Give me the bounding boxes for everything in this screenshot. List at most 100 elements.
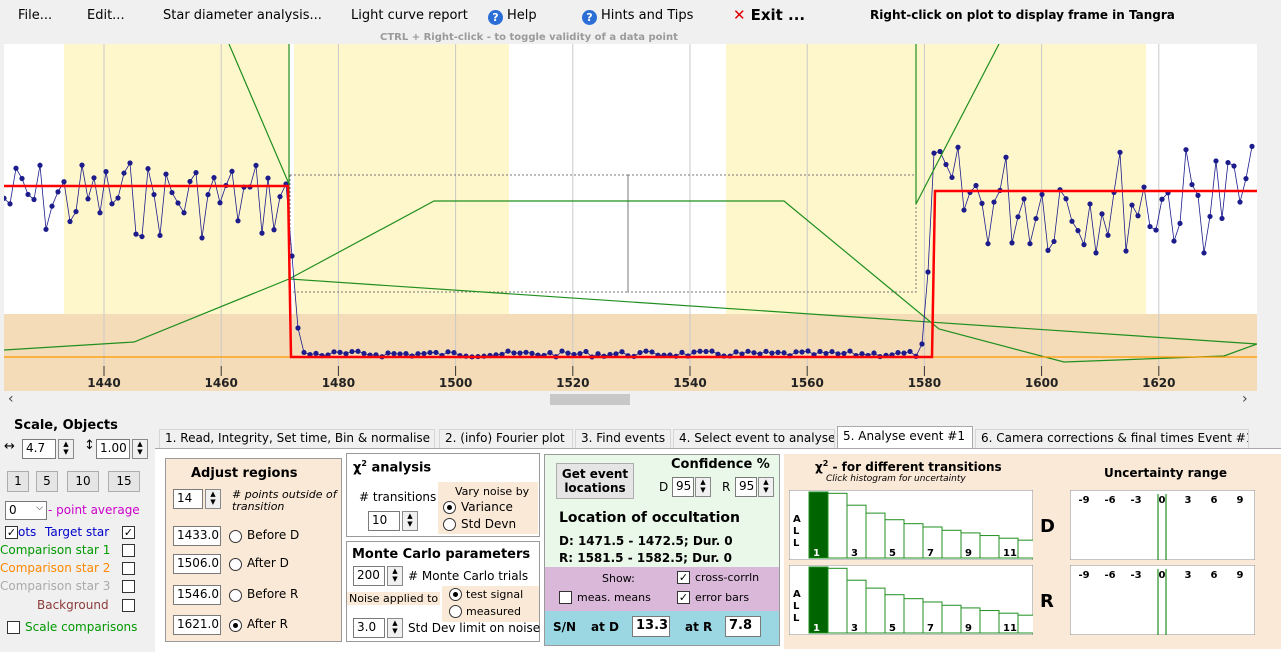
data-point[interactable] xyxy=(217,200,223,206)
menu-star-diameter[interactable]: Star diameter analysis... xyxy=(163,8,322,23)
data-point[interactable] xyxy=(1213,158,1219,164)
scroll-thumb[interactable] xyxy=(550,394,630,405)
before-d-radio[interactable] xyxy=(229,530,242,543)
data-point[interactable] xyxy=(433,349,439,356)
data-point[interactable] xyxy=(1225,159,1231,166)
points-outside-spinner[interactable]: ▲ ▼ xyxy=(205,489,221,509)
data-point[interactable] xyxy=(355,348,361,354)
data-point[interactable] xyxy=(253,162,259,168)
histogram-bar[interactable] xyxy=(979,535,1000,559)
measured-radio[interactable] xyxy=(449,605,462,618)
data-point[interactable] xyxy=(1123,248,1129,254)
data-point[interactable] xyxy=(331,349,337,355)
data-point[interactable] xyxy=(691,349,697,355)
data-point[interactable] xyxy=(565,350,571,356)
data-point[interactable] xyxy=(67,218,73,225)
data-point[interactable] xyxy=(961,207,967,213)
data-point[interactable] xyxy=(679,349,685,355)
data-point[interactable] xyxy=(985,241,991,247)
data-point[interactable] xyxy=(751,350,757,356)
data-point[interactable] xyxy=(175,200,181,206)
histogram-bar[interactable] xyxy=(941,604,962,634)
data-point[interactable] xyxy=(931,150,937,156)
scale-button-1[interactable]: 1 xyxy=(7,471,29,492)
data-point[interactable] xyxy=(295,325,301,331)
data-point[interactable] xyxy=(1033,215,1039,222)
data-point[interactable] xyxy=(769,350,775,356)
data-point[interactable] xyxy=(613,351,619,357)
data-point[interactable] xyxy=(871,350,877,356)
data-point[interactable] xyxy=(1045,247,1051,253)
data-point[interactable] xyxy=(1021,196,1027,202)
data-point[interactable] xyxy=(7,201,13,207)
data-point[interactable] xyxy=(415,351,421,357)
data-point[interactable] xyxy=(1171,238,1177,244)
data-point[interactable] xyxy=(1159,196,1165,202)
data-point[interactable] xyxy=(505,348,511,354)
scroll-left-icon[interactable]: ‹ xyxy=(8,391,14,407)
data-point[interactable] xyxy=(847,348,853,354)
chi-histogram-d[interactable]: ALL1 3 5 7 9 11 xyxy=(789,490,1033,560)
tab-camera-corrections[interactable]: 6. Camera corrections & final times Even… xyxy=(975,429,1249,448)
histogram-bar[interactable] xyxy=(865,587,886,634)
tab-analyse-event[interactable]: 5. Analyse event #1 xyxy=(837,426,973,449)
monte-carlo-trials-spinner[interactable]: ▲ ▼ xyxy=(387,566,403,586)
data-point[interactable] xyxy=(781,350,787,356)
data-point[interactable] xyxy=(955,144,961,150)
data-point[interactable] xyxy=(1081,242,1087,248)
data-point[interactable] xyxy=(841,350,847,357)
error-bars-checkbox[interactable]: ✓ xyxy=(677,591,690,604)
data-point[interactable] xyxy=(763,348,769,354)
tab-read-integrity[interactable]: 1. Read, Integrity, Set time, Bin & norm… xyxy=(159,429,435,448)
data-point[interactable] xyxy=(277,194,283,200)
light-curve-plot[interactable]: 1440 1460 1480 1500 1520 1540 1560 1580 1600 1620 xyxy=(4,44,1257,391)
histogram-bar[interactable] xyxy=(827,567,848,634)
test-signal-radio[interactable] xyxy=(449,588,462,601)
chi-histogram-r[interactable]: ALL1 3 5 7 9 11 xyxy=(789,565,1033,635)
data-point[interactable] xyxy=(547,350,553,356)
data-point[interactable] xyxy=(451,350,457,356)
data-point[interactable] xyxy=(61,179,67,185)
comparison-star-2-checkbox[interactable] xyxy=(122,562,135,575)
data-point[interactable] xyxy=(301,349,307,356)
data-point[interactable] xyxy=(523,349,529,355)
tab-select-event[interactable]: 4. Select event to analyse xyxy=(673,429,835,448)
menu-light-curve-report[interactable]: Light curve report xyxy=(351,8,468,23)
confidence-d-input[interactable]: 95 xyxy=(672,477,694,497)
data-point[interactable] xyxy=(37,162,43,168)
data-point[interactable] xyxy=(703,348,709,355)
data-point[interactable] xyxy=(421,351,427,357)
data-point[interactable] xyxy=(559,348,565,354)
data-point[interactable] xyxy=(709,348,715,354)
data-point[interactable] xyxy=(133,231,139,237)
data-point[interactable] xyxy=(391,351,397,357)
vertical-scale-spinner[interactable]: ▲ ▼ xyxy=(132,439,148,459)
data-point[interactable] xyxy=(1063,196,1069,202)
data-point[interactable] xyxy=(901,350,907,356)
data-point[interactable] xyxy=(793,349,799,355)
monte-carlo-trials-input[interactable]: 200 xyxy=(353,566,385,586)
scale-button-10[interactable]: 10 xyxy=(67,471,99,492)
data-point[interactable] xyxy=(1099,211,1105,217)
histogram-bar[interactable] xyxy=(979,610,1000,634)
data-point[interactable] xyxy=(445,349,451,355)
data-point[interactable] xyxy=(1153,227,1159,233)
data-point[interactable] xyxy=(1105,232,1111,238)
data-point[interactable] xyxy=(313,350,319,357)
data-point[interactable] xyxy=(619,349,625,355)
tab-fourier-plot[interactable]: 2. (info) Fourier plot xyxy=(439,429,573,448)
vertical-scale-input[interactable]: 1.00 xyxy=(96,439,130,459)
data-point[interactable] xyxy=(49,203,55,209)
data-point[interactable] xyxy=(1231,163,1237,169)
target-star-left-checkbox[interactable]: ✓ xyxy=(5,526,18,539)
data-point[interactable] xyxy=(925,269,931,275)
menu-exit[interactable]: ✕ Exit ... xyxy=(733,6,805,24)
data-point[interactable] xyxy=(733,349,739,355)
data-point[interactable] xyxy=(1147,223,1153,230)
data-point[interactable] xyxy=(697,348,703,354)
std-dev-limit-input[interactable]: 3.0 xyxy=(353,618,385,638)
data-point[interactable] xyxy=(1039,191,1045,198)
data-point[interactable] xyxy=(1189,181,1195,188)
data-point[interactable] xyxy=(337,349,343,355)
data-point[interactable] xyxy=(1093,250,1099,256)
